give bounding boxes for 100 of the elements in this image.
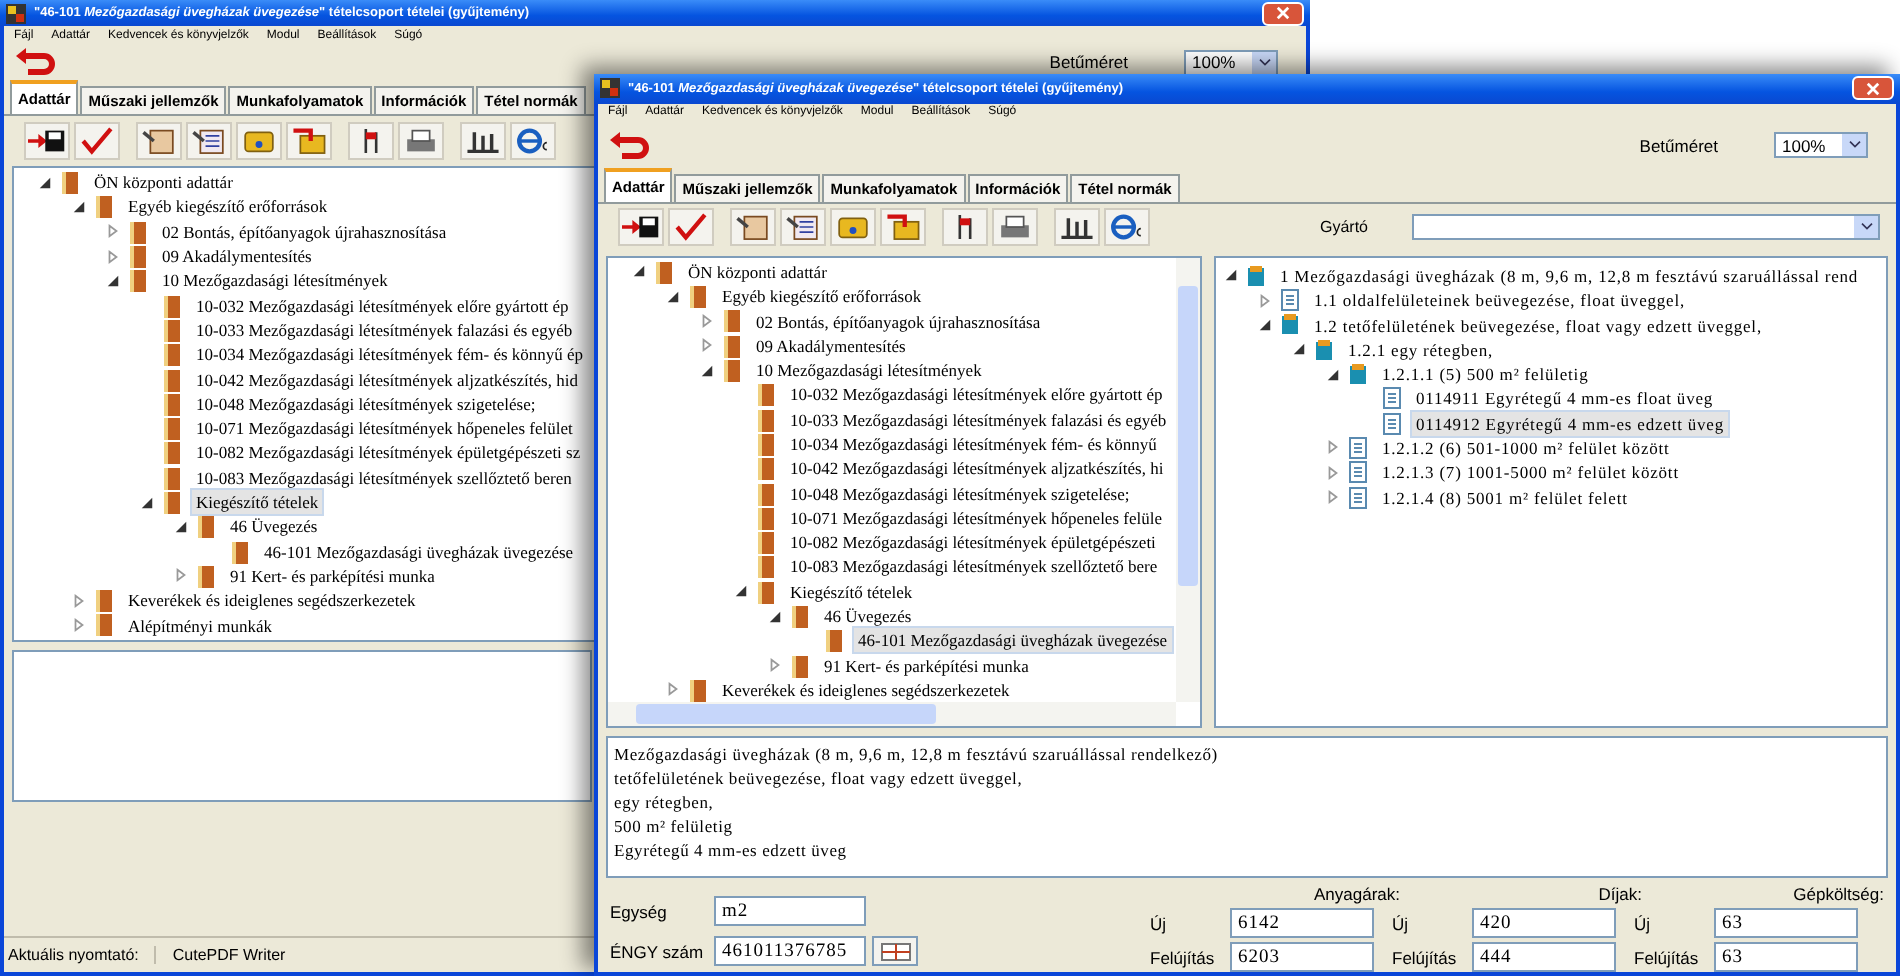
toolbar-button[interactable] [460, 121, 506, 159]
tree-item[interactable]: 46 Üvegezés [224, 512, 324, 541]
tree-item[interactable]: 10-034 Mezőgazdasági létesítmények fém- és könnyű [784, 429, 1163, 458]
tree-item[interactable]: Egyéb kiegészítő erőforrások [122, 192, 334, 221]
folder-arrow-icon [884, 212, 922, 243]
tree-item[interactable]: 10 Mezőgazdasági létesítmények [156, 266, 394, 295]
tree-item[interactable]: 1.2.1.4 (8) 5001 m² felület felett [1376, 483, 1634, 512]
close-button[interactable] [1852, 76, 1894, 101]
tree-item[interactable]: 0114911 Egyrétegű 4 mm-es float üveg [1410, 384, 1720, 413]
toolbar-button[interactable] [348, 121, 394, 159]
tree-item[interactable]: 10-071 Mezőgazdasági létesítmények hőpeneles felüle [784, 503, 1168, 532]
horizontal-scrollbar[interactable] [608, 701, 1176, 726]
expander-icon[interactable] [666, 289, 680, 304]
font-size-dropdown[interactable]: 100% [1184, 49, 1278, 75]
tree-item[interactable]: 10-042 Mezőgazdasági létesítmények aljzatkészítés, hid [190, 365, 584, 394]
expander-icon[interactable] [140, 495, 154, 509]
expander-icon[interactable] [734, 584, 748, 599]
lookup-button[interactable] [872, 936, 918, 966]
vertical-scrollbar[interactable] [1176, 257, 1200, 702]
toolbar-button[interactable] [398, 121, 444, 159]
tree-item[interactable]: 1.2.1.3 (7) 1001-5000 m² felület között [1376, 458, 1685, 487]
tree-item[interactable]: 0114912 Egyrétegű 4 mm-es edzett üveg [1410, 409, 1730, 438]
new-price-field[interactable]: 63 [1714, 908, 1858, 938]
tree-item[interactable]: 10-048 Mezőgazdasági létesítmények szigetelése; [784, 479, 1136, 508]
new-price-field[interactable]: 6142 [1230, 908, 1374, 938]
tree-item[interactable]: 02 Bontás, építőanyagok újrahasznosítása [156, 217, 453, 246]
tree-item[interactable]: 1 Mezőgazdasági üvegházak (8 m, 9,6 m, 12,8 m fesztávú szaruállással rend [1274, 261, 1865, 290]
tree-item[interactable]: Kiegészítő tételek [190, 488, 325, 517]
tree-item[interactable]: 91 Kert- és parképítési munka [224, 561, 441, 590]
unit-label: Egység [610, 901, 669, 921]
expander-icon[interactable] [1326, 367, 1340, 382]
back-button[interactable] [12, 44, 60, 80]
door-icon [822, 628, 846, 653]
toolbar-button[interactable] [780, 208, 826, 247]
tree-item[interactable]: 46 Üvegezés [818, 602, 918, 631]
toolbar-button[interactable] [136, 121, 182, 159]
toolbar-button[interactable] [24, 121, 70, 159]
expander-icon[interactable] [72, 199, 86, 214]
expander-icon[interactable] [106, 273, 120, 288]
text-area[interactable] [12, 650, 592, 802]
font-size-dropdown[interactable]: 100% [1774, 132, 1868, 159]
tree-item[interactable]: 10-042 Mezőgazdasági létesítmények aljzatkészítés, hi [784, 454, 1170, 483]
tree-item[interactable]: 10-033 Mezőgazdasági létesítmények falazási és egyéb [190, 315, 579, 344]
tree-item[interactable]: 10-083 Mezőgazdasági létesítmények szellőztető beren [190, 463, 578, 492]
close-button[interactable] [1262, 1, 1304, 25]
tree-item[interactable]: Alépítményi munkák [122, 611, 279, 639]
tree-item[interactable]: ÖN központi adattár [88, 168, 239, 197]
expander-icon[interactable] [700, 363, 714, 378]
tree-item[interactable]: 09 Akadálymentesítés [750, 331, 912, 360]
tree-item[interactable]: 1.2.1.1 (5) 500 m² felületig [1376, 360, 1595, 389]
tree-item[interactable]: 10-032 Mezőgazdasági létesítmények előre gyártott ép [784, 380, 1169, 409]
renovation-price-field[interactable]: 444 [1472, 942, 1616, 972]
back-button[interactable] [606, 127, 654, 164]
tree-item[interactable]: 1.2 tetőfelületének beüvegezése, float vagy edzett üveggel, [1308, 311, 1768, 339]
manufacturer-dropdown[interactable] [1412, 214, 1880, 241]
toolbar-button[interactable] [730, 208, 776, 247]
tree-item[interactable]: 1.2.1.2 (6) 501-1000 m² felület között [1376, 433, 1676, 462]
tree-item[interactable]: Keverékek és ideiglenes segédszerkezetek [122, 586, 422, 615]
toolbar-button[interactable] [942, 208, 988, 247]
tree-item[interactable]: 10-034 Mezőgazdasági létesítmények fém- és könnyű ép [190, 340, 590, 369]
engy-number-field[interactable]: 461011376785 [714, 936, 866, 966]
new-price-field[interactable]: 420 [1472, 908, 1616, 938]
tree-item[interactable]: 10-082 Mezőgazdasági létesítmények épületgépészeti sz [190, 438, 587, 467]
tree-item[interactable]: 46-101 Mezőgazdasági üvegházak üvegezése [258, 537, 580, 566]
expander-icon[interactable] [174, 519, 188, 534]
expander-icon[interactable] [38, 175, 52, 190]
renovation-price-field[interactable]: 6203 [1230, 942, 1374, 972]
tree-item[interactable]: 02 Bontás, építőanyagok újrahasznosítása [750, 307, 1047, 335]
tree-item[interactable]: 10-082 Mezőgazdasági létesítmények épületgépészeti [784, 528, 1162, 557]
toolbar-button[interactable] [186, 121, 232, 159]
expander-icon[interactable] [1224, 268, 1238, 283]
tree-item[interactable]: 09 Akadálymentesítés [156, 242, 318, 271]
tree-item[interactable]: 1.2.1 egy rétegben, [1342, 335, 1500, 364]
door-icon [720, 358, 744, 383]
tree-item[interactable]: ÖN központi adattár [682, 257, 833, 286]
tree-item[interactable]: Kiegészítő tételek [784, 577, 919, 606]
expander-icon[interactable] [768, 609, 782, 624]
expander-icon[interactable] [1292, 342, 1306, 357]
expander-icon[interactable] [1258, 317, 1272, 332]
tree-item[interactable]: 10-032 Mezőgazdasági létesítmények előre gyártott ép [190, 291, 575, 320]
toolbar-button[interactable] [1054, 208, 1100, 247]
expander-icon[interactable] [632, 264, 646, 279]
price-heading: Anyagárak: [1314, 882, 1400, 904]
tree-item[interactable]: 91 Kert- és parképítési munka [818, 651, 1035, 680]
tree-item[interactable]: 46-101 Mezőgazdasági üvegházak üvegezése [852, 626, 1174, 655]
tree-item[interactable]: 10-033 Mezőgazdasági létesítmények falazási és egyéb [784, 405, 1173, 434]
toolbar-button[interactable] [992, 208, 1038, 247]
door-icon [92, 194, 116, 219]
door-icon [754, 407, 778, 432]
tree-item[interactable]: 10-083 Mezőgazdasági létesítmények szellőztető bere [784, 552, 1164, 581]
toolbar-button[interactable] [618, 208, 664, 247]
unit-field[interactable]: m2 [714, 896, 866, 926]
tree-item[interactable]: 10 Mezőgazdasági létesítmények [750, 356, 988, 385]
renovation-price-field[interactable]: 63 [1714, 942, 1858, 972]
description-field[interactable]: Mezőgazdasági üvegházak (8 m, 9,6 m, 12,8 m fesztávú szaruállással rendelkező) tetőfelületének beüvegezése, float vagy edzett üveggel, egy rétegben, 500 m² felületig Egyrétegű 4 mm-es edzett üveg [606, 735, 1888, 878]
tree-item[interactable]: Egyéb kiegészítő erőforrások [716, 282, 928, 311]
tree-item[interactable]: 10-048 Mezőgazdasági létesítmények szigetelése; [190, 389, 542, 418]
tree-item[interactable]: 10-071 Mezőgazdasági létesítmények hőpeneles felület [190, 414, 579, 443]
tree-item[interactable]: Keverékek és ideiglenes segédszerkezetek [716, 675, 1016, 704]
tree-item[interactable]: 1.1 oldalfelületeinek beüvegezése, float üveggel, [1308, 286, 1692, 315]
